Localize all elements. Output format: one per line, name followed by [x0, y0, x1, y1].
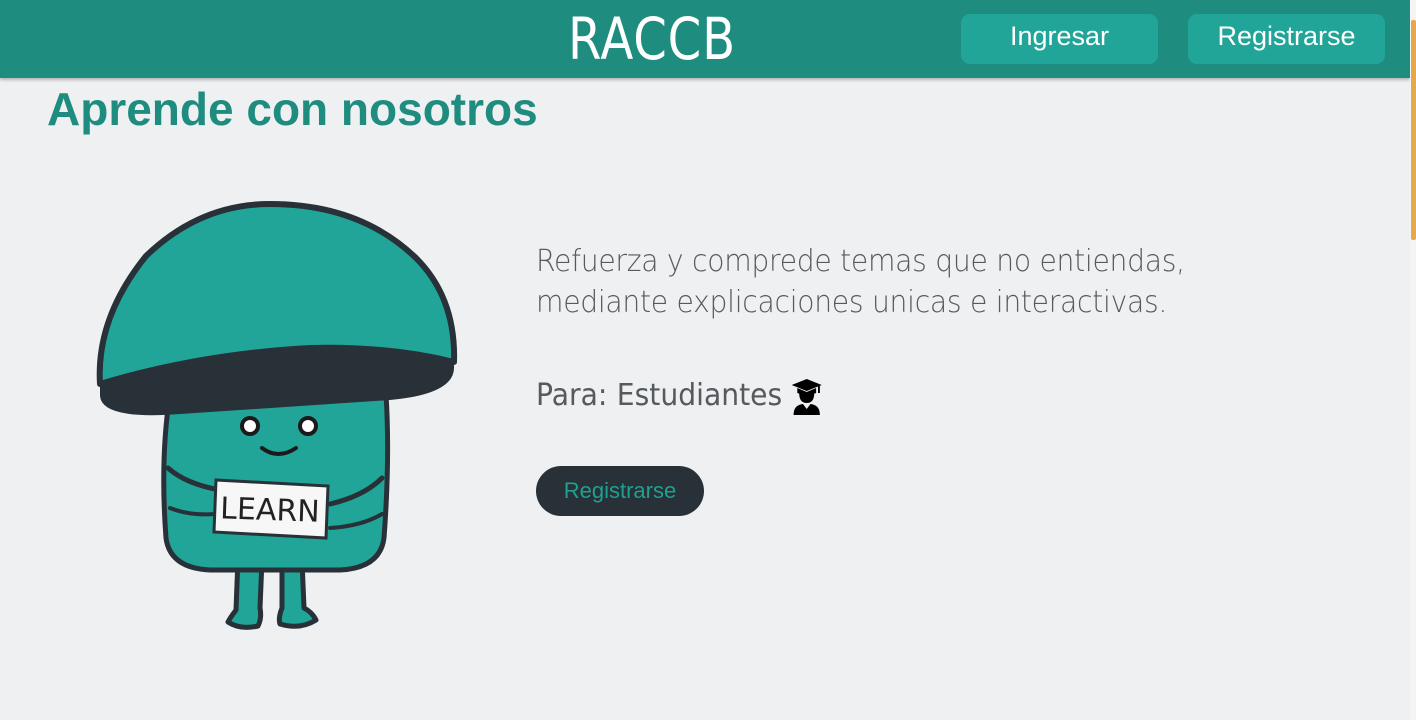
- page: RACCB Ingresar Registrarse Aprende con n…: [0, 0, 1416, 720]
- description-line-2: mediante explicaciones unicas e interact…: [536, 285, 1168, 320]
- audience-label: Para:: [536, 378, 608, 413]
- register-button[interactable]: Registrarse: [1188, 14, 1385, 64]
- page-title: Aprende con nosotros: [47, 83, 538, 135]
- mascot-sign-text: LEARN: [220, 491, 321, 529]
- mushroom-mascot-illustration: LEARN: [96, 201, 458, 630]
- audience-value: Estudiantes: [616, 378, 783, 413]
- description-line-1: Refuerza y comprede temas que no entiend…: [536, 244, 1185, 279]
- description-text: Refuerza y comprede temas que no entiend…: [536, 241, 1250, 323]
- brand-logo[interactable]: RACCB: [568, 4, 736, 74]
- login-button[interactable]: Ingresar: [961, 14, 1158, 64]
- register-cta-button[interactable]: Registrarse: [536, 466, 704, 516]
- student-graduate-icon: [791, 379, 822, 415]
- top-navbar: RACCB Ingresar Registrarse: [0, 0, 1410, 78]
- audience-line: Para: Estudiantes: [536, 375, 824, 417]
- scrollbar-thumb[interactable]: [1411, 20, 1416, 240]
